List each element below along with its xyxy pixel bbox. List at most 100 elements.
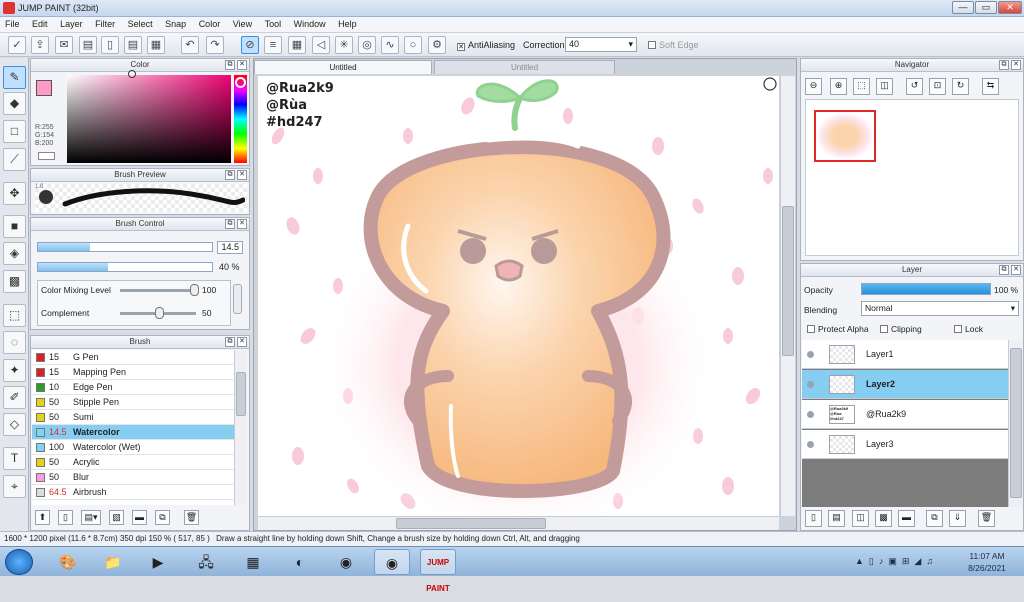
menu-edit[interactable]: Edit (27, 17, 53, 29)
brush-item[interactable]: 50 Stipple Pen (32, 395, 234, 410)
coccoc-browser-icon[interactable]: ◐ (282, 549, 318, 575)
navigator-preview[interactable] (805, 99, 1019, 256)
complement-handle[interactable] (155, 307, 164, 319)
clock[interactable]: 11:07 AM 8/26/2021 (962, 550, 1012, 574)
brush-size-input[interactable]: 14.5 (217, 241, 243, 254)
menu-select[interactable]: Select (123, 17, 158, 29)
parallel-ruler-icon[interactable]: ≡ (264, 36, 282, 54)
brush-item[interactable]: 15 Mapping Pen (32, 365, 234, 380)
new-layer-menu-icon[interactable]: ▤ (828, 510, 845, 527)
magic-wand-tool-icon[interactable]: ✦ (3, 359, 26, 382)
scroll-thumb[interactable] (236, 372, 246, 416)
brush-settings-icon[interactable]: ▧ (109, 510, 124, 525)
brush-item[interactable]: 50 Acrylic (32, 455, 234, 470)
eraser-tool-icon[interactable]: ◆ (3, 92, 26, 115)
menu-filter[interactable]: Filter (90, 17, 120, 29)
zoom-in-icon[interactable]: ⊕ (830, 78, 847, 95)
visibility-icon[interactable] (807, 411, 814, 418)
file-explorer-icon[interactable]: 📁 (95, 549, 131, 575)
canvas-vertical-scrollbar[interactable] (780, 76, 795, 516)
layer-list-scrollbar[interactable] (1008, 340, 1023, 507)
radial-ruler-icon[interactable]: ✳ (335, 36, 353, 54)
panel-detach-icon[interactable]: ⧉ (225, 60, 235, 70)
duplicate-layer-icon[interactable]: ⧉ (926, 510, 943, 527)
layer-row[interactable]: Layer3 (802, 430, 1008, 459)
close-icon[interactable]: ✕ (237, 337, 247, 347)
merge-layer-icon[interactable]: ⇓ (949, 510, 966, 527)
curve-ruler-icon[interactable]: ∿ (381, 36, 399, 54)
move-tool-icon[interactable]: ✥ (3, 182, 26, 205)
clipping-checkbox[interactable] (880, 325, 888, 333)
menu-window[interactable]: Window (289, 17, 331, 29)
page-icon[interactable]: ▯ (101, 36, 119, 54)
maximize-button[interactable]: ▭ (975, 1, 997, 14)
color-mixing-handle[interactable] (190, 284, 199, 296)
hue-slider[interactable] (234, 75, 247, 163)
layer-row[interactable]: @Rua2k9 @Rua #hd247 @Rua2k9 (802, 400, 1008, 429)
rotate-right-icon[interactable]: ↻ (952, 78, 969, 95)
close-icon[interactable]: ✕ (1011, 60, 1021, 70)
fill-rect-tool-icon[interactable]: ■ (3, 215, 26, 238)
reset-rotation-icon[interactable]: ⊡ (929, 78, 946, 95)
media-player-icon[interactable]: ▶ (140, 549, 176, 575)
brush-item[interactable]: 64.5 Airbrush (32, 485, 234, 500)
flip-icon[interactable]: ⇆ (982, 78, 999, 95)
undo-icon[interactable]: ↶ (181, 36, 199, 54)
settings-ruler-icon[interactable]: ⚙ (428, 36, 446, 54)
rectangle-tool-icon[interactable]: □ (3, 120, 26, 143)
brush-item[interactable]: 10 Edge Pen (32, 380, 234, 395)
brush-item[interactable]: 100 Watercolor (Wet) (32, 440, 234, 455)
menu-layer[interactable]: Layer (55, 17, 88, 29)
panel-detach-icon[interactable]: ⧉ (225, 170, 235, 180)
close-window-button[interactable]: ✕ (998, 1, 1022, 14)
fit-window-icon[interactable]: ⬚ (853, 78, 870, 95)
soft-edge-checkbox[interactable] (648, 41, 656, 49)
select-pen-tool-icon[interactable]: ✐ (3, 386, 26, 409)
tab-untitled-active[interactable]: Untitled (254, 60, 432, 74)
minimize-button[interactable]: — (952, 1, 974, 14)
check-icon[interactable]: ✓ (8, 36, 26, 54)
ruler-off-icon[interactable]: ⊘ (241, 36, 259, 54)
gradient-tool-icon[interactable]: ▩ (3, 270, 26, 293)
document-icon[interactable]: ▤ (124, 36, 142, 54)
lock-checkbox[interactable] (954, 325, 962, 333)
note-icon[interactable]: ▤ (79, 36, 97, 54)
upload-icon[interactable]: ⇪ (31, 36, 49, 54)
new-folder-icon[interactable]: ▬ (898, 510, 915, 527)
brush-item[interactable]: 50 Sumi (32, 410, 234, 425)
canvas-horizontal-scrollbar[interactable] (258, 516, 779, 530)
menu-help[interactable]: Help (333, 17, 362, 29)
new-brush-icon[interactable]: ▯ (58, 510, 73, 525)
select-eraser-tool-icon[interactable]: ◇ (3, 413, 26, 436)
layout-icon[interactable]: ▦ (147, 36, 165, 54)
correction-select[interactable]: 40 ▾ (565, 37, 637, 52)
brush-menu-icon[interactable]: ▤▾ (81, 510, 101, 525)
actual-size-icon[interactable]: ◫ (876, 78, 893, 95)
panel-detach-icon[interactable]: ⧉ (999, 265, 1009, 275)
bucket-tool-icon[interactable]: ◈ (3, 242, 26, 265)
scroll-thumb[interactable] (782, 206, 794, 356)
foreground-color-swatch[interactable] (36, 80, 52, 96)
menu-file[interactable]: File (0, 17, 25, 29)
text-tool-icon[interactable]: T (3, 447, 26, 470)
eyedropper-tool-icon[interactable]: ⌖ (3, 475, 26, 498)
rect-select-tool-icon[interactable]: ⬚ (3, 304, 26, 327)
layer-row[interactable]: Layer2 (802, 370, 1008, 399)
color-picker-handle[interactable] (128, 70, 136, 78)
saturation-value-picker[interactable] (67, 75, 231, 163)
opacity-slider[interactable] (861, 283, 991, 295)
start-button[interactable] (5, 549, 33, 575)
protect-alpha-checkbox[interactable] (807, 325, 815, 333)
chrome-icon[interactable]: ◉ (328, 549, 364, 575)
lasso-tool-icon[interactable]: ◌ (3, 331, 26, 354)
panel-detach-icon[interactable]: ⧉ (225, 219, 235, 229)
tab-untitled-inactive[interactable]: Untitled (434, 60, 615, 74)
drawing-canvas[interactable]: @Rua2k9 @Rùa #hd247 (258, 76, 779, 516)
paint-app-icon[interactable]: 🎨 (50, 549, 86, 575)
calculator-icon[interactable]: ▦ (235, 549, 271, 575)
visibility-icon[interactable] (807, 381, 814, 388)
visibility-icon[interactable] (807, 441, 814, 448)
visibility-icon[interactable] (807, 351, 814, 358)
brush-upload-icon[interactable]: ⬆ (35, 510, 50, 525)
menu-color[interactable]: Color (194, 17, 226, 29)
